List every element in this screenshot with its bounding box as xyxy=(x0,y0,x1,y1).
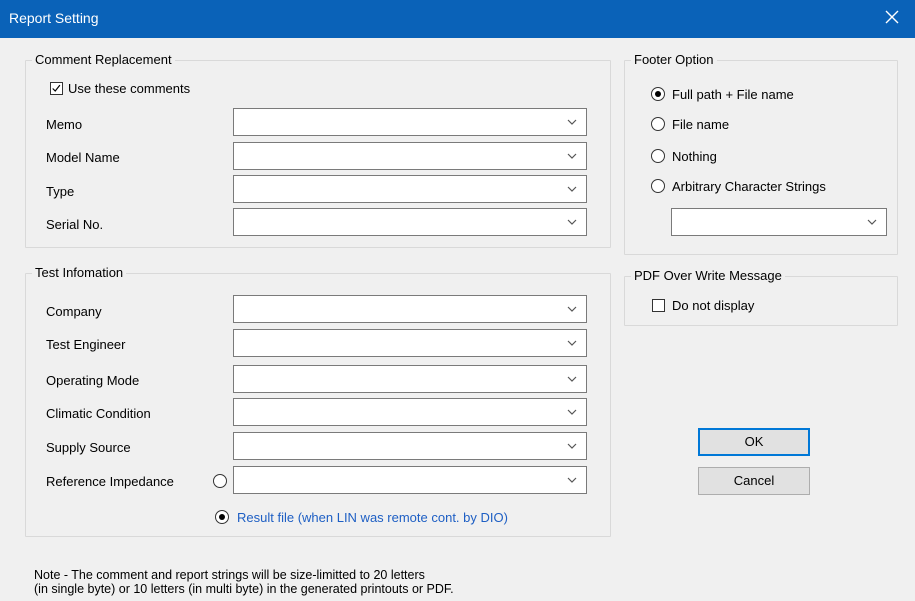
serial-no-label: Serial No. xyxy=(46,217,104,232)
footer-full-path-radio[interactable] xyxy=(651,87,665,101)
ok-button[interactable]: OK xyxy=(698,428,810,456)
chevron-down-icon xyxy=(567,340,577,346)
test-engineer-label: Test Engineer xyxy=(46,337,126,352)
do-not-display-label: Do not display xyxy=(672,298,755,313)
checkmark-icon xyxy=(52,84,61,92)
chevron-down-icon xyxy=(567,477,577,483)
use-comments-label: Use these comments xyxy=(68,81,191,96)
supply-source-combo[interactable] xyxy=(233,432,587,460)
supply-source-label: Supply Source xyxy=(46,440,131,455)
reference-impedance-combo[interactable] xyxy=(233,466,587,494)
footer-file-name-label: File name xyxy=(672,117,730,132)
window-title: Report Setting xyxy=(9,10,99,26)
footer-nothing-radio[interactable] xyxy=(651,149,665,163)
comment-replacement-legend: Comment Replacement xyxy=(32,52,175,67)
company-combo[interactable] xyxy=(233,295,587,323)
reference-impedance-radio[interactable] xyxy=(213,474,227,488)
operating-mode-combo[interactable] xyxy=(233,365,587,393)
serial-no-combo[interactable] xyxy=(233,208,587,236)
use-comments-checkbox[interactable] xyxy=(50,82,63,95)
footer-nothing-label: Nothing xyxy=(672,149,717,164)
type-label: Type xyxy=(46,184,75,199)
chevron-down-icon xyxy=(567,186,577,192)
model-name-combo[interactable] xyxy=(233,142,587,170)
climatic-condition-combo[interactable] xyxy=(233,398,587,426)
type-combo[interactable] xyxy=(233,175,587,203)
chevron-down-icon xyxy=(567,153,577,159)
close-icon[interactable] xyxy=(883,8,901,26)
memo-combo[interactable] xyxy=(233,108,587,136)
operating-mode-label: Operating Mode xyxy=(46,373,140,388)
reference-impedance-label: Reference Impedance xyxy=(46,474,174,489)
footer-option-legend: Footer Option xyxy=(631,52,717,67)
climatic-condition-label: Climatic Condition xyxy=(46,406,151,421)
model-name-label: Model Name xyxy=(46,150,120,165)
result-file-radio[interactable] xyxy=(215,510,229,524)
chevron-down-icon xyxy=(867,219,877,225)
chevron-down-icon xyxy=(567,443,577,449)
pdf-overwrite-legend: PDF Over Write Message xyxy=(631,268,785,283)
note-line-1: Note - The comment and report strings wi… xyxy=(34,568,425,582)
chevron-down-icon xyxy=(567,219,577,225)
cancel-button[interactable]: Cancel xyxy=(698,467,810,495)
do-not-display-checkbox[interactable] xyxy=(652,299,665,312)
footer-arbitrary-radio[interactable] xyxy=(651,179,665,193)
result-file-label: Result file (when LIN was remote cont. b… xyxy=(237,510,508,525)
footer-full-path-label: Full path + File name xyxy=(672,87,794,102)
footer-arbitrary-label: Arbitrary Character Strings xyxy=(672,179,826,194)
size-limit-note: Note - The comment and report strings wi… xyxy=(34,568,454,596)
chevron-down-icon xyxy=(567,306,577,312)
title-bar: Report Setting xyxy=(0,0,915,38)
arbitrary-strings-combo[interactable] xyxy=(671,208,887,236)
pdf-overwrite-group: PDF Over Write Message xyxy=(624,268,898,326)
company-label: Company xyxy=(46,304,102,319)
chevron-down-icon xyxy=(567,376,577,382)
chevron-down-icon xyxy=(567,119,577,125)
test-information-legend: Test Infomation xyxy=(32,265,127,280)
report-setting-dialog: Report Setting Comment Replacement Use t… xyxy=(0,0,915,601)
memo-label: Memo xyxy=(46,117,83,132)
test-engineer-combo[interactable] xyxy=(233,329,587,357)
footer-file-name-radio[interactable] xyxy=(651,117,665,131)
chevron-down-icon xyxy=(567,409,577,415)
note-line-2: (in single byte) or 10 letters (in multi… xyxy=(34,582,454,596)
